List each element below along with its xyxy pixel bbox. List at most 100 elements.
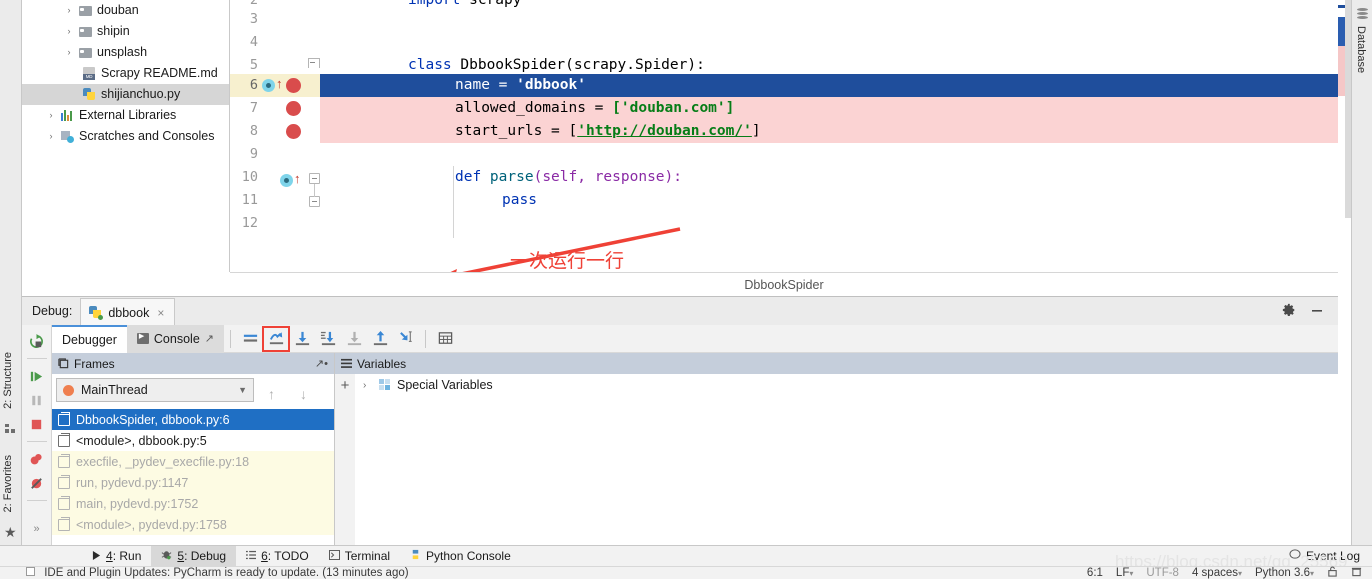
var-start-urls: start_urls — [455, 123, 543, 139]
breakpoint-icon[interactable] — [286, 101, 301, 116]
tree-item-label: shijianchuo.py — [101, 87, 181, 101]
tool-window-debug[interactable]: 5: Debug — [151, 545, 237, 567]
frame-row[interactable]: DbbookSpider, dbbook.py:6 — [52, 409, 334, 430]
code-line-11: pass — [408, 189, 537, 212]
tree-item-unsplash[interactable]: › unsplash — [22, 42, 229, 63]
expand-controls-icon[interactable]: » — [25, 517, 49, 541]
view-breakpoints-icon[interactable] — [25, 447, 49, 471]
step-out-button[interactable] — [341, 327, 367, 351]
markdown-file-icon: MD — [80, 67, 98, 80]
tree-item-douban[interactable]: › douban — [22, 0, 229, 21]
mute-breakpoints-icon[interactable] — [25, 471, 49, 495]
code-line-6: name = 'dbbook' — [408, 74, 586, 97]
step-over-button[interactable] — [262, 325, 290, 352]
status-checkbox-icon[interactable] — [26, 567, 35, 576]
stop-icon[interactable] — [25, 412, 49, 436]
keyword-import: import — [408, 0, 461, 8]
tool-strip-favorites[interactable]: 2: Favorites — [2, 455, 14, 512]
pin-icon[interactable]: ↗ — [205, 332, 214, 345]
caret-position[interactable]: 6:1 — [1087, 567, 1103, 579]
file-encoding[interactable]: UTF-8 — [1146, 567, 1179, 579]
frame-row[interactable]: run, pydevd.py:1147 — [52, 472, 334, 493]
chevron-right-icon[interactable]: › — [363, 380, 373, 391]
evaluate-expression-button[interactable] — [432, 327, 458, 351]
variable-row[interactable]: › Special Variables — [355, 374, 1338, 396]
thread-selector[interactable]: MainThread ▼ — [56, 378, 254, 402]
tree-item-scratches[interactable]: › Scratches and Consoles — [22, 126, 229, 147]
tab-debugger[interactable]: Debugger — [52, 324, 127, 353]
frame-row[interactable]: <module>, pydevd.py:1758 — [52, 514, 334, 535]
tool-window-run[interactable]: 4: Run — [82, 546, 151, 567]
tree-item-shijianchuo[interactable]: shijianchuo.py — [22, 84, 229, 105]
breadcrumb[interactable]: DbbookSpider — [230, 272, 1338, 296]
fold-collapse-icon[interactable] — [309, 196, 320, 207]
chevron-right-icon[interactable]: › — [44, 105, 58, 126]
fold-collapse-icon[interactable] — [309, 173, 320, 184]
step-out-up-button[interactable] — [367, 327, 393, 351]
trash-icon[interactable] — [1351, 566, 1362, 579]
chevron-right-icon[interactable]: › — [44, 126, 58, 147]
code-text-area[interactable]: import scrapy class DbbookSpider(scrapy.… — [320, 0, 1338, 272]
frame-row[interactable]: <module>, dbbook.py:5 — [52, 430, 334, 451]
tab-console[interactable]: Console ↗ — [126, 324, 224, 353]
indent-setting[interactable]: 4 spaces▾ — [1192, 567, 1242, 579]
tool-window-todo-label: : TODO — [267, 549, 309, 563]
run-gutter-icon[interactable] — [280, 174, 293, 187]
settings-pin-icon[interactable]: ↗• — [315, 357, 328, 370]
tool-strip-database[interactable]: Database — [1355, 26, 1367, 73]
line-number: 4 — [249, 34, 258, 50]
python-interpreter[interactable]: Python 3.6▾ — [1255, 567, 1314, 579]
string-dbbook: 'dbbook' — [516, 77, 586, 93]
debug-session-tab[interactable]: dbbook × — [80, 298, 176, 326]
chevron-right-icon[interactable]: › — [62, 21, 76, 42]
rerun-icon[interactable] — [25, 329, 49, 353]
close-icon[interactable]: × — [157, 306, 164, 320]
line-separator[interactable]: LF▾ — [1116, 567, 1133, 579]
step-into-button[interactable] — [289, 327, 315, 351]
left-tool-strip: 2: Structure 2: Favorites ★ — [0, 0, 22, 545]
tree-item-scrapy-readme[interactable]: MD Scrapy README.md — [22, 63, 229, 84]
breakpoint-icon[interactable] — [286, 78, 301, 93]
run-gutter-icon[interactable] — [262, 79, 275, 92]
code-editor[interactable]: 2 3 4 5 6 7 8 9 10 11 12 ↑ ↑ import scra… — [230, 0, 1338, 272]
tree-item-label: douban — [97, 3, 139, 17]
add-watch-icon[interactable]: + — [335, 374, 355, 545]
breakpoint-icon[interactable] — [286, 124, 301, 139]
pause-icon[interactable] — [25, 388, 49, 412]
tree-item-external-libraries[interactable]: › External Libraries — [22, 105, 229, 126]
run-to-cursor-button[interactable] — [393, 327, 419, 351]
variables-body[interactable]: › Special Variables — [355, 374, 1338, 545]
chevron-right-icon[interactable]: › — [62, 42, 76, 63]
frames-pane[interactable]: Frames ↗• MainThread ▼ ↑ ↓ DbbookSpider,… — [52, 353, 335, 545]
tree-item-shipin[interactable]: › shipin — [22, 21, 229, 42]
line-number: 12 — [241, 215, 258, 231]
force-step-into-button[interactable] — [315, 327, 341, 351]
project-tree[interactable]: › douban › shipin › unsplash MD Scrapy R… — [22, 0, 230, 272]
frame-icon — [58, 432, 70, 447]
debug-side-controls[interactable]: » — [22, 325, 52, 545]
minimize-icon[interactable] — [1310, 303, 1324, 320]
frame-list[interactable]: DbbookSpider, dbbook.py:6 <module>, dbbo… — [52, 409, 334, 545]
gear-icon[interactable] — [1282, 303, 1296, 320]
tool-window-python-console[interactable]: Python Console — [400, 546, 521, 567]
lock-icon[interactable] — [1327, 566, 1338, 579]
frame-row[interactable]: main, pydevd.py:1752 — [52, 493, 334, 514]
show-execution-point-button[interactable] — [237, 327, 263, 351]
tool-window-todo-num: 6 — [261, 549, 268, 563]
chevron-right-icon[interactable]: › — [62, 0, 76, 21]
resume-icon[interactable] — [25, 364, 49, 388]
editor-gutter[interactable]: 2 3 4 5 6 7 8 9 10 11 12 ↑ ↑ — [230, 0, 320, 272]
tool-window-terminal[interactable]: Terminal — [319, 546, 400, 567]
chevron-down-icon[interactable]: ▼ — [238, 385, 247, 395]
tree-item-label: External Libraries — [79, 108, 177, 122]
frame-row[interactable]: execfile, _pydev_execfile.py:18 — [52, 451, 334, 472]
special-variables-icon — [379, 379, 391, 391]
tool-strip-structure[interactable]: 2: Structure — [2, 352, 14, 409]
url-string[interactable]: 'http://douban.com/' — [577, 123, 752, 139]
move-up-icon[interactable]: ↑ — [268, 386, 275, 402]
execution-point-arrow-icon: ↑ — [294, 171, 301, 186]
variables-pane[interactable]: Variables + › Special Variables — [335, 353, 1338, 545]
debugger-toolbar[interactable]: Debugger Console ↗ — [52, 324, 1338, 353]
move-down-icon[interactable]: ↓ — [300, 386, 307, 402]
tool-window-todo[interactable]: 6: TODO — [236, 546, 319, 567]
